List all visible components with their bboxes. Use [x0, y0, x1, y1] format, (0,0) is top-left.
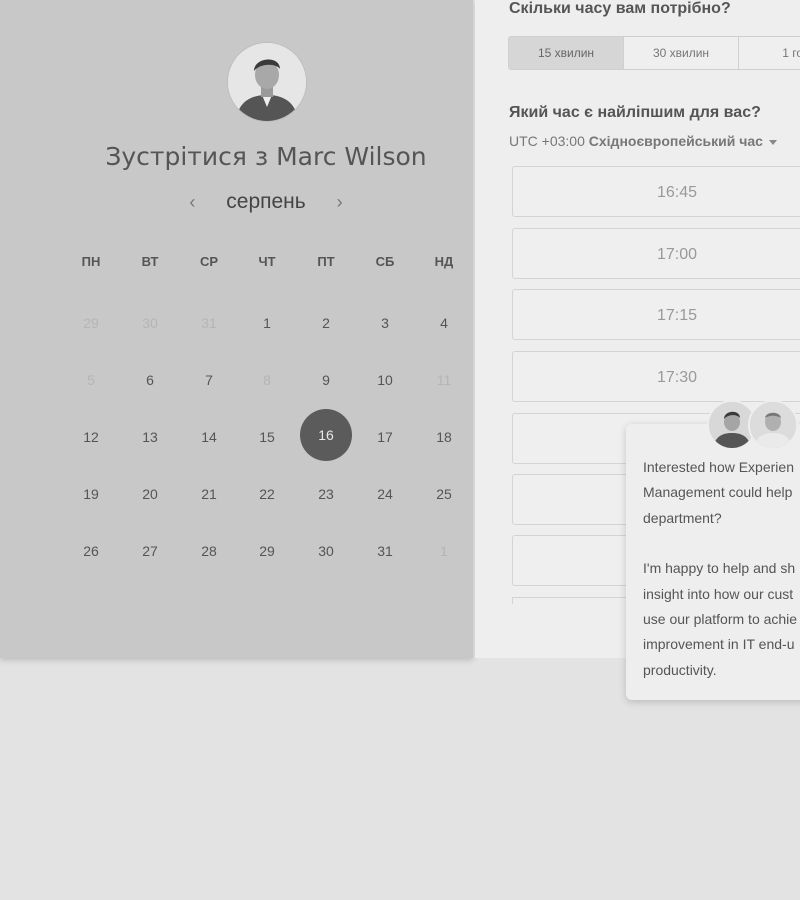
chat-line: productivity.	[643, 661, 717, 678]
calendar-day: 8	[263, 372, 271, 388]
chevron-right-icon[interactable]: ›	[326, 192, 354, 213]
calendar-day[interactable]: 25	[418, 468, 470, 520]
chat-line: Interested how Experien	[643, 459, 794, 475]
calendar-day[interactable]: 18	[418, 411, 470, 463]
calendar-day[interactable]: 24	[359, 468, 411, 520]
calendar-day: 29	[83, 315, 99, 331]
calendar-day[interactable]: 12	[65, 411, 117, 463]
weekday-header: ПН ВТ СР ЧТ ПТ СБ НД	[61, 254, 474, 274]
calendar-day: 1	[440, 543, 448, 559]
calendar-day[interactable]: 7	[183, 354, 235, 406]
weekday-label: СР	[199, 254, 219, 269]
calendar-day: 11	[436, 372, 452, 388]
meeting-title: Зустрітися з Marc Wilson	[105, 142, 427, 171]
duration-option-60[interactable]: 1 год	[739, 37, 800, 69]
calendar-day[interactable]: 22	[241, 468, 293, 520]
calendar-day[interactable]: 26	[65, 525, 117, 577]
chat-line: use our platform to achie	[643, 611, 798, 628]
chevron-left-icon[interactable]: ‹	[178, 192, 206, 213]
chat-line: improvement in IT end-u	[643, 636, 795, 653]
calendar-day[interactable]: 23	[300, 468, 352, 520]
calendar-day[interactable]: 6	[124, 354, 176, 406]
calendar-day[interactable]: 9	[300, 354, 352, 406]
chat-line: Management could help	[643, 484, 793, 501]
calendar-day[interactable]: 4	[418, 297, 470, 349]
calendar-day[interactable]: 30	[300, 525, 352, 577]
duration-tabs: 15 хвилин 30 хвилин 1 год	[508, 36, 800, 70]
weekday-label: ПН	[81, 254, 101, 269]
calendar-day[interactable]: 19	[65, 468, 117, 520]
chat-line: department?	[643, 509, 722, 526]
month-navigator: ‹ серпень ›	[0, 190, 532, 214]
time-slot[interactable]: 17:15	[512, 289, 800, 340]
calendar-day: 5	[87, 372, 95, 388]
calendar-day[interactable]: 10	[359, 354, 411, 406]
calendar-day[interactable]: 15	[241, 411, 293, 463]
time-slot[interactable]: 17:00	[512, 228, 800, 279]
chat-line: I'm happy to help and sh	[643, 560, 796, 577]
calendar-day[interactable]: 29	[241, 525, 293, 577]
host-avatar	[228, 43, 306, 121]
calendar-day: 30	[142, 315, 158, 331]
calendar-day[interactable]: 13	[124, 411, 176, 463]
chat-message: Interested how Experien Management could…	[643, 455, 800, 683]
weekday-label: СБ	[375, 254, 395, 269]
calendar-day[interactable]: 2	[300, 297, 352, 349]
calendar-day[interactable]: 1	[241, 297, 293, 349]
time-slot[interactable]: 17:30	[512, 351, 800, 402]
calendar-day[interactable]: 17	[359, 411, 411, 463]
agent-avatar	[748, 400, 798, 450]
calendar-day: 31	[201, 315, 217, 331]
weekday-label: ПТ	[317, 254, 335, 269]
chat-line: insight into how our cust	[643, 585, 794, 602]
calendar-day[interactable]: 21	[183, 468, 235, 520]
weekday-label: ЧТ	[258, 254, 276, 269]
weekday-label: НД	[434, 254, 454, 269]
calendar-day[interactable]: 27	[124, 525, 176, 577]
duration-option-30[interactable]: 30 хвилин	[624, 37, 739, 69]
calendar-day[interactable]: 20	[124, 468, 176, 520]
month-label: серпень	[226, 190, 306, 213]
timezone-selector[interactable]: UTC +03:00 Східноєвропейський час	[509, 133, 777, 149]
duration-question: Скільки часу вам потрібно?	[509, 0, 731, 17]
calendar-day[interactable]: 31	[359, 525, 411, 577]
calendar-day[interactable]: 3	[359, 297, 411, 349]
timezone-name: Східноєвропейський час	[588, 133, 763, 149]
timezone-offset: UTC +03:00	[509, 133, 585, 149]
caret-down-icon	[768, 139, 777, 145]
calendar-day[interactable]: 14	[183, 411, 235, 463]
time-slot[interactable]: 16:45	[512, 166, 800, 217]
time-question: Який час є найліпшим для вас?	[509, 104, 761, 121]
duration-option-15[interactable]: 15 хвилин	[509, 37, 624, 69]
weekday-label: ВТ	[141, 254, 159, 269]
calendar-day[interactable]: 28	[183, 525, 235, 577]
calendar-day-selected[interactable]: 16	[300, 409, 352, 461]
